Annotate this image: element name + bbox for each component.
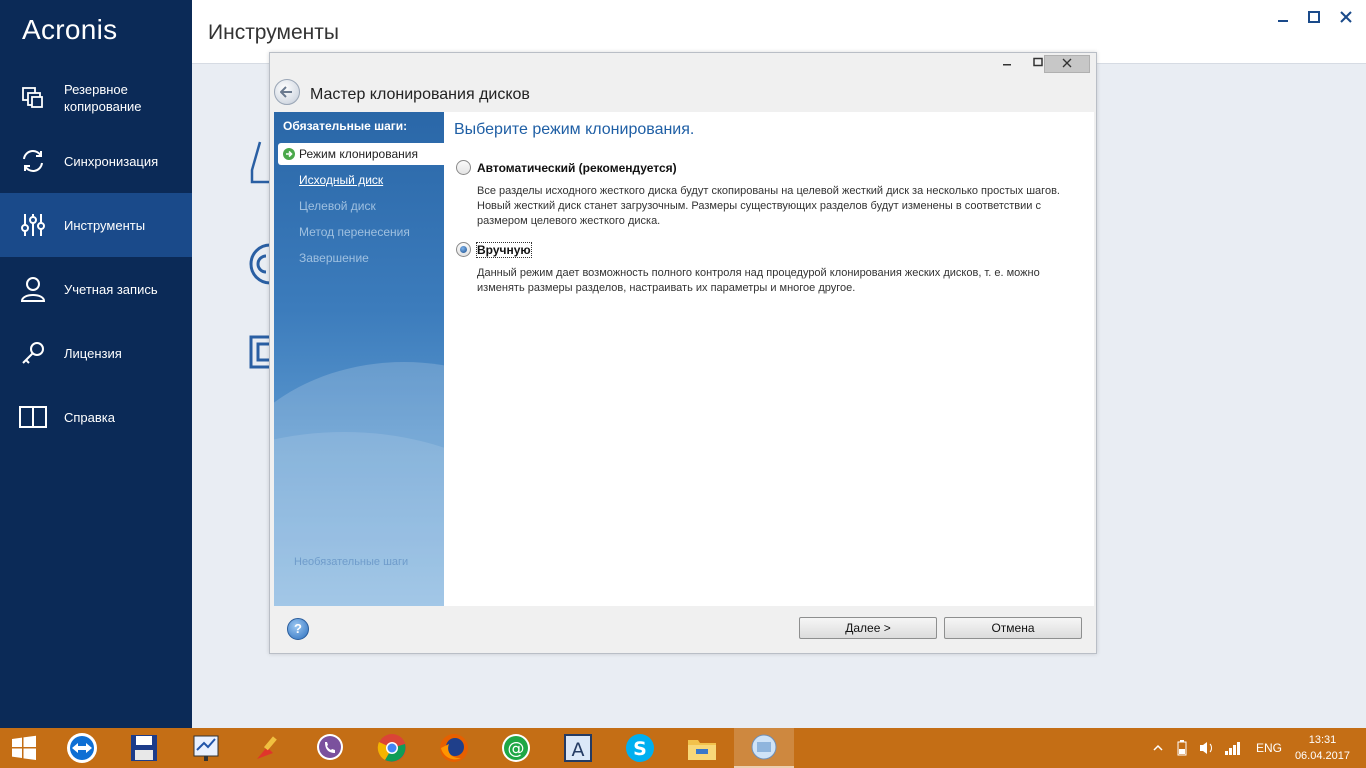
step-label: Завершение: [299, 251, 369, 265]
dialog-minimize-button[interactable]: [1000, 55, 1014, 73]
acronis-logo: Acronis: [22, 14, 118, 45]
clone-disk-wizard-dialog: Мастер клонирования дисков Обязательные …: [269, 52, 1097, 654]
clock-date: 06.04.2017: [1294, 750, 1350, 762]
step-finish: Завершение: [278, 247, 444, 269]
file-explorer-icon[interactable]: [672, 728, 732, 768]
backup-icon: [18, 83, 48, 113]
manual-radio[interactable]: [456, 242, 471, 257]
page-title: Инструменты: [208, 21, 339, 44]
automatic-radio[interactable]: [456, 160, 471, 175]
acronis-taskbar-icon[interactable]: [734, 728, 794, 768]
option-label: Автоматический (рекомендуется): [477, 160, 677, 175]
sidebar: Acronis Резервное копирование Синхрониза…: [0, 0, 192, 728]
skype-icon[interactable]: S: [610, 728, 670, 768]
sidebar-item-label: Резервное копирование: [64, 82, 142, 114]
dialog-title: Мастер клонирования дисков: [310, 86, 530, 103]
clock-time: 13:31: [1308, 734, 1337, 746]
wizard-steps-panel: Обязательные шаги: Режим клонирования Ис…: [274, 112, 444, 606]
viber-icon[interactable]: [300, 728, 360, 768]
floppy-save-icon[interactable]: [114, 728, 174, 768]
sidebar-item-label: Справка: [64, 409, 115, 425]
presentation-icon[interactable]: [176, 728, 236, 768]
mail-agent-icon[interactable]: @: [486, 728, 546, 768]
volume-icon[interactable]: [1198, 740, 1216, 756]
sidebar-item-backup[interactable]: Резервное копирование: [0, 66, 192, 130]
svg-text:S: S: [633, 738, 647, 760]
dialog-maximize-button[interactable]: [1031, 55, 1045, 73]
option-automatic[interactable]: Автоматический (рекомендуется): [456, 160, 677, 175]
option-description: Данный режим дает возможность полного ко…: [477, 267, 1040, 294]
font-app-icon[interactable]: A: [548, 728, 608, 768]
step-label: Режим клонирования: [299, 147, 418, 161]
sidebar-item-account[interactable]: Учетная запись: [0, 257, 192, 321]
firefox-icon[interactable]: [424, 728, 484, 768]
svg-text:A: A: [572, 739, 585, 761]
ccleaner-icon[interactable]: [238, 728, 298, 768]
start-button[interactable]: [0, 728, 48, 768]
next-button[interactable]: Далее >: [799, 617, 937, 639]
step-label: Целевой диск: [299, 199, 376, 213]
close-button[interactable]: [1331, 10, 1361, 30]
optional-steps-label: Необязательные шаги: [294, 556, 409, 568]
option-manual[interactable]: Вручную: [456, 241, 532, 258]
key-icon: [18, 338, 48, 368]
language-indicator[interactable]: ENG: [1256, 741, 1282, 755]
steps-heading: Обязательные шаги:: [283, 119, 408, 133]
cancel-button[interactable]: Отмена: [944, 617, 1082, 639]
content-title: Выберите режим клонирования.: [454, 121, 695, 138]
sidebar-item-label: Учетная запись: [64, 281, 158, 297]
sidebar-item-sync[interactable]: Синхронизация: [0, 129, 192, 193]
book-icon: [18, 402, 48, 432]
step-clone-mode[interactable]: Режим клонирования: [278, 143, 444, 165]
back-button[interactable]: [274, 79, 300, 105]
sidebar-item-license[interactable]: Лицензия: [0, 321, 192, 385]
dialog-footer: ? Далее > Отмена: [270, 606, 1096, 653]
step-transfer-method: Метод перенесения: [278, 221, 444, 243]
maximize-button[interactable]: [1299, 10, 1329, 30]
step-label: Исходный диск: [299, 173, 384, 187]
dialog-titlebar: [270, 53, 1096, 75]
show-hidden-icons-icon[interactable]: [1152, 742, 1164, 754]
clock[interactable]: 13:31 06.04.2017: [1295, 732, 1350, 764]
sidebar-item-label: Синхронизация: [64, 153, 159, 169]
system-tray: ENG: [1152, 728, 1282, 768]
step-label: Метод перенесения: [299, 225, 410, 239]
sidebar-item-label: Лицензия: [64, 345, 122, 361]
current-step-arrow-icon: [283, 148, 295, 160]
taskbar: @ A S ENG 13:31 06.04.2017: [0, 728, 1366, 768]
sidebar-item-tools[interactable]: Инструменты: [0, 193, 192, 257]
chrome-icon[interactable]: [362, 728, 422, 768]
help-icon[interactable]: ?: [287, 618, 309, 640]
minimize-button[interactable]: [1268, 10, 1298, 30]
tools-icon: [18, 210, 48, 240]
sidebar-item-help[interactable]: Справка: [0, 385, 192, 449]
dialog-header: Мастер клонирования дисков: [270, 75, 1096, 111]
option-label: Вручную: [476, 241, 532, 258]
account-icon: [18, 274, 48, 304]
sidebar-item-label: Инструменты: [64, 217, 146, 233]
wizard-content: Выберите режим клонирования. Автоматичес…: [444, 112, 1094, 606]
svg-text:@: @: [508, 739, 525, 759]
battery-icon[interactable]: [1174, 739, 1190, 757]
option-description: Все разделы исходного жесткого диска буд…: [477, 185, 1060, 227]
step-source-disk[interactable]: Исходный диск: [278, 169, 444, 191]
network-icon[interactable]: [1224, 740, 1242, 756]
sync-icon: [18, 146, 48, 176]
dialog-close-button[interactable]: [1044, 55, 1090, 73]
teamviewer-icon[interactable]: [52, 728, 112, 768]
step-target-disk: Целевой диск: [278, 195, 444, 217]
